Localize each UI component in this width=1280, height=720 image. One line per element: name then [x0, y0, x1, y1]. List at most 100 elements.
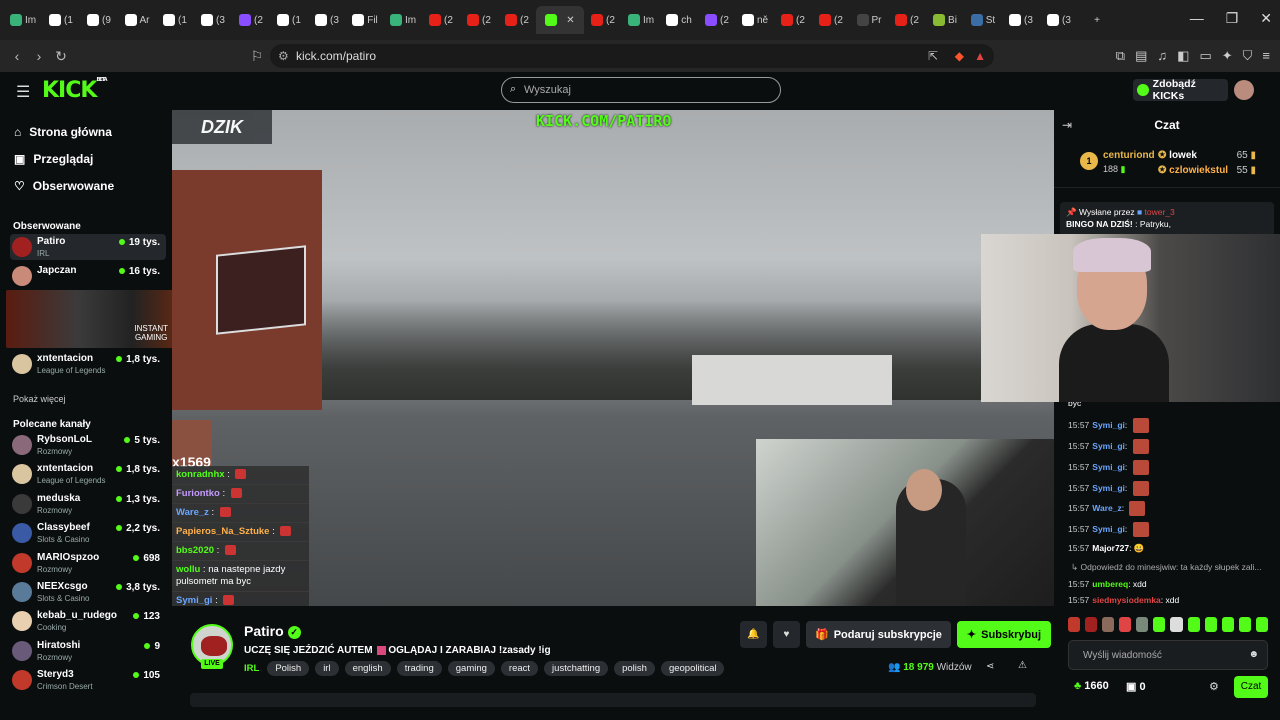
media-icon[interactable]: ♫ [1157, 48, 1167, 64]
report-icon[interactable]: ⚠ [1018, 660, 1027, 671]
stream-tag[interactable]: react [500, 661, 539, 676]
quick-emote-icon[interactable] [1221, 617, 1234, 632]
chat-message[interactable]: 15:57 umbereq: xdd [1068, 579, 1147, 589]
stream-tag[interactable]: gaming [447, 661, 495, 676]
browser-tab[interactable]: (2 [698, 6, 736, 34]
leaderboard-name-3[interactable]: ✪ czlowiekstul [1158, 165, 1228, 176]
sidebar-channel-hiratoshi[interactable]: Hiratoshi Rozmowy 9 [10, 638, 166, 664]
sidebar-channel-classybeef[interactable]: Classybeef Slots & Casino 2,2 tys. [10, 520, 166, 546]
sidebar-channel-mariospzoo[interactable]: MARIOspzoo Rozmowy 698 [10, 550, 166, 576]
sidebar-channel-xntentacion[interactable]: xntentacion League of Legends 1,8 tys. [10, 461, 166, 487]
browser-tab[interactable]: Im [622, 6, 660, 34]
get-kicks-button[interactable]: Zdobądź KICKs [1133, 78, 1228, 102]
quick-emote-icon[interactable] [1068, 617, 1081, 632]
quick-emote-icon[interactable] [1153, 617, 1166, 632]
new-tab-button[interactable]: + [1078, 6, 1116, 34]
stream-tag[interactable]: polish [614, 661, 655, 676]
chat-message[interactable]: 15:57 siedmysiodemka: xdd [1068, 595, 1179, 605]
browser-tab[interactable]: Fil [346, 6, 384, 34]
chat-username[interactable]: Symi_gi [1092, 441, 1125, 451]
browser-tab[interactable]: (3 [1002, 6, 1040, 34]
pinned-message[interactable]: 📌 Wysłane przez ■ tower_3 BINGO NA DZIŚ!… [1060, 202, 1274, 238]
chat-username[interactable]: Ware_z [1092, 503, 1121, 513]
browser-tab[interactable]: (2 [422, 6, 460, 34]
site-info-icon[interactable]: ⚙ [278, 49, 289, 63]
sidebar-channel-steryd3[interactable]: Steryd3 Crimson Desert 105 [10, 667, 166, 693]
browser-tab[interactable]: (1 [42, 6, 80, 34]
reader-icon[interactable]: ▤ [1135, 48, 1147, 64]
sidebar-channel-patiro[interactable]: Patiro IRL 19 tys. [10, 234, 166, 260]
stream-tag[interactable]: justchatting [544, 661, 609, 676]
subscribe-button[interactable]: ✦ Subskrybuj [956, 621, 1052, 648]
gift-subs-button[interactable]: 🎁 Podaruj subskrypcje [806, 621, 951, 648]
browser-tab[interactable]: ch [660, 6, 698, 34]
chat-message[interactable]: 15:57 Symi_gi: [1068, 481, 1149, 496]
browser-tab[interactable]: Ar [118, 6, 156, 34]
sidebar-toggle-icon[interactable]: ◧ [1177, 48, 1189, 64]
chat-message[interactable]: 15:57 Symi_gi: [1068, 522, 1149, 537]
browser-tab[interactable]: (1 [156, 6, 194, 34]
browser-tab[interactable]: (2 [812, 6, 850, 34]
chat-username[interactable]: Symi_gi [1092, 462, 1125, 472]
chat-message[interactable]: 15:57 Ware_z: [1068, 501, 1146, 516]
leader-name[interactable]: centuriond [1103, 150, 1155, 161]
hamburger-menu-icon[interactable]: ☰ [16, 82, 30, 102]
chat-send-button[interactable]: Czat [1234, 676, 1268, 698]
browser-tab[interactable]: Pr [850, 6, 888, 34]
browser-tab[interactable]: (2 [774, 6, 812, 34]
video-player[interactable]: DZIK KICK.COM/PATIRO x1569 konradnhx : F… [172, 110, 1054, 606]
leo-icon[interactable]: ✦ [1222, 48, 1233, 64]
chat-settings-icon[interactable]: ⚙ [1209, 680, 1219, 693]
browser-tab[interactable]: ✕ [536, 6, 584, 34]
maximize-icon[interactable]: ❐ [1226, 10, 1239, 27]
emoji-picker-icon[interactable]: ☻ [1248, 649, 1259, 660]
back-icon[interactable]: ‹ [6, 48, 28, 64]
chat-message[interactable]: 15:57 Major727: 😀 [1068, 543, 1144, 554]
chat-username[interactable]: umbereq [1092, 579, 1128, 589]
browser-tab[interactable]: (3 [194, 6, 232, 34]
chat-username[interactable]: Symi_gi [1092, 524, 1125, 534]
sidebar-ad-banner[interactable]: INSTANT GAMING [6, 290, 186, 348]
sidebar-channel-xntentacion[interactable]: xntentacion League of Legends 1,8 tys. [10, 351, 166, 377]
share-page-icon[interactable]: ⇱ [928, 49, 938, 63]
browser-tab[interactable]: (3 [308, 6, 346, 34]
brave-shield-icon[interactable]: ◆ [955, 49, 964, 63]
stream-tag[interactable]: trading [396, 661, 442, 676]
nav-browse[interactable]: ▣ Przeglądaj [14, 152, 93, 166]
channel-points[interactable]: ♣ 1660 [1074, 680, 1109, 692]
nav-following[interactable]: ♡ Obserwowane [14, 179, 114, 193]
quick-emote-icon[interactable] [1119, 617, 1132, 632]
chat-message[interactable]: 15:57 Symi_gi: [1068, 439, 1149, 454]
drops-counter[interactable]: ▣ 0 [1126, 680, 1146, 693]
minimize-icon[interactable]: — [1190, 10, 1204, 27]
share-icon[interactable]: ⋖ [986, 661, 994, 672]
sidebar-channel-rybsonlol[interactable]: RybsonLoL Rozmowy 5 tys. [10, 432, 166, 458]
browser-tab[interactable]: St [964, 6, 1002, 34]
vpn-icon[interactable]: ⛉ [1243, 48, 1253, 64]
stream-tag[interactable]: geopolitical [660, 661, 725, 676]
reload-icon[interactable]: ↻ [50, 48, 72, 65]
quick-emote-icon[interactable] [1204, 617, 1217, 632]
wallet-icon[interactable]: ▭ [1199, 48, 1211, 64]
sidebar-channel-neexcsgo[interactable]: NEEXcsgo Slots & Casino 3,8 tys. [10, 579, 166, 605]
leaderboard-name-2[interactable]: ✪ lowek [1158, 150, 1197, 161]
kick-logo[interactable]: KICKBETA [42, 77, 108, 103]
notifications-button[interactable]: 🔔 [740, 621, 767, 648]
browser-tab[interactable]: (2 [232, 6, 270, 34]
chat-username[interactable]: Symi_gi [1092, 483, 1125, 493]
quick-emote-icon[interactable] [1170, 617, 1183, 632]
rewards-icon[interactable]: ▲ [974, 49, 986, 63]
browser-tab[interactable]: (2 [498, 6, 536, 34]
stream-tag[interactable]: english [344, 661, 391, 676]
quick-emote-icon[interactable] [1187, 617, 1200, 632]
quick-emote-icon[interactable] [1102, 617, 1115, 632]
sidebar-channel-meduska[interactable]: meduska Rozmowy 1,3 tys. [10, 491, 166, 517]
chat-message-input[interactable]: Wyślij wiadomość ☻ [1068, 640, 1268, 670]
stream-category[interactable]: IRL [244, 663, 259, 674]
browser-tab[interactable]: Im [384, 6, 422, 34]
quick-emote-icon[interactable] [1085, 617, 1098, 632]
search-input[interactable]: ⌕ Wyszukaj [501, 77, 781, 103]
tab-close-icon[interactable]: ✕ [566, 15, 574, 26]
forward-icon[interactable]: › [28, 48, 50, 64]
browser-tab[interactable]: (2 [460, 6, 498, 34]
